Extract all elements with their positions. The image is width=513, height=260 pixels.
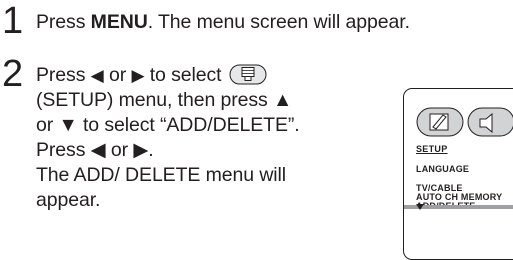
left-arrow-icon: ◀ — [90, 66, 104, 85]
step-2-text: Press ◀ or ▶ to select (SETUP) menu, the… — [36, 63, 300, 213]
step-1-text: Press MENU. The menu screen will appear. — [36, 10, 410, 35]
step-1-suffix: . The menu screen will appear. — [147, 11, 410, 33]
osd-menu-icons — [416, 107, 513, 137]
picture-menu-icon — [416, 107, 464, 137]
setup-menu-icon — [229, 64, 267, 85]
step-2-line-4: Press ◀ or ▶. — [36, 139, 154, 161]
step-1-number: 1 — [2, 0, 24, 42]
menu-key-label: MENU — [90, 11, 148, 33]
osd-menu-title: SETUP — [416, 144, 448, 154]
down-arrow-icon — [416, 204, 424, 210]
step-2-line-5: The ADD/ DELETE menu will — [36, 164, 287, 186]
right-arrow-icon: ▶ — [131, 66, 145, 85]
step-1-prefix: Press — [36, 11, 91, 33]
osd-menu-illustration: SETUP LANGUAGE TV/CABLE AUTO CH MEMORY A… — [403, 88, 513, 260]
step-2-number: 2 — [2, 53, 24, 95]
step-2-line-2: (SETUP) menu, then press ▲ — [36, 89, 293, 111]
step-2-line-6: appear. — [36, 189, 101, 211]
step-2-line-1: Press ◀ or ▶ to select — [36, 63, 300, 88]
sound-menu-icon — [467, 107, 513, 137]
step-2-line-3: or ▼ to select “ADD/DELETE”. — [36, 114, 300, 136]
osd-item-language: LANGUAGE — [416, 164, 470, 174]
